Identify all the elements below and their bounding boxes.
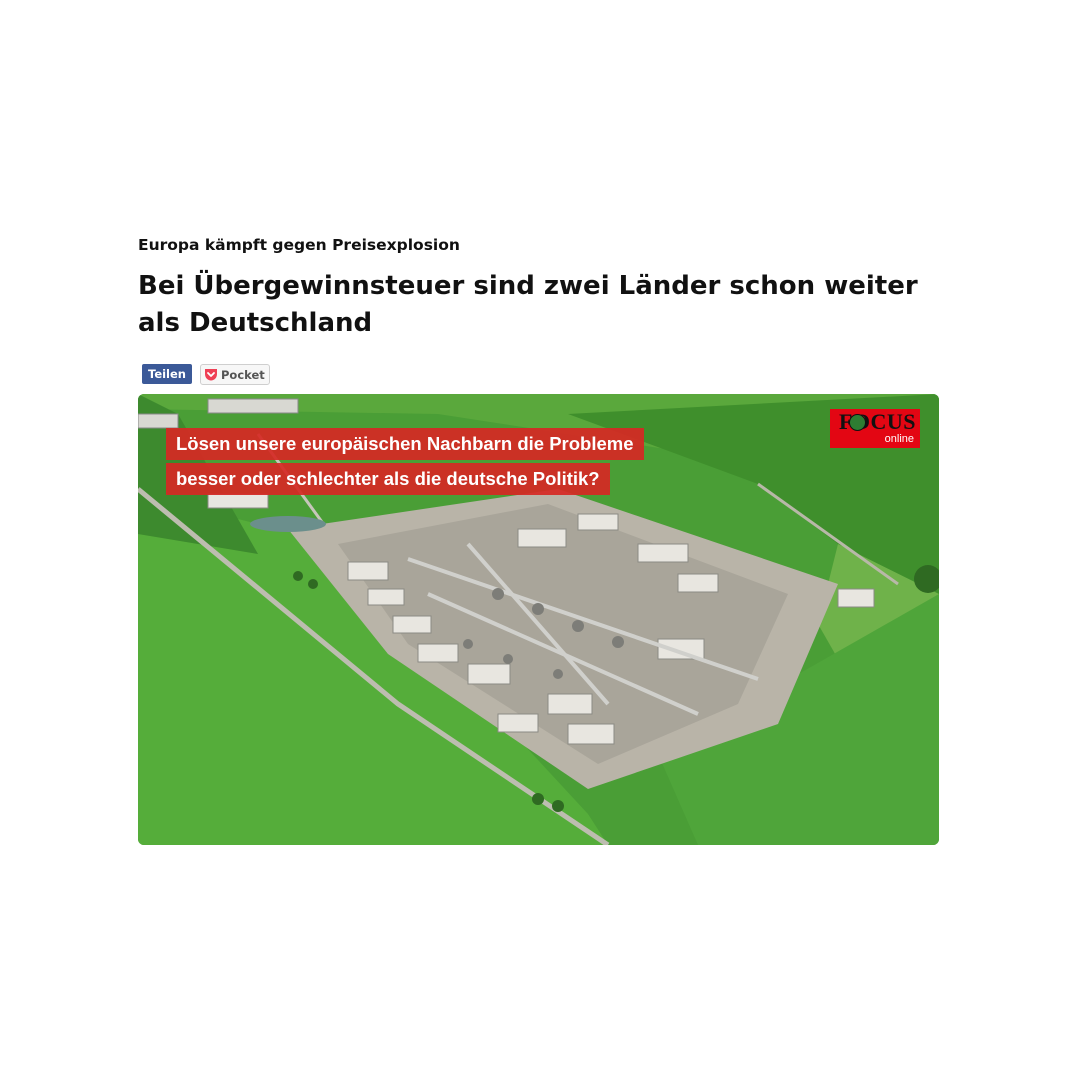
- video-caption-line-2: besser oder schlechter als die deutsche …: [166, 463, 610, 495]
- pocket-button[interactable]: Pocket: [200, 364, 270, 385]
- facebook-share-button[interactable]: Teilen: [142, 364, 192, 384]
- pocket-label: Pocket: [221, 367, 265, 382]
- video-thumbnail: [138, 394, 939, 845]
- article-kicker: Europa kämpft gegen Preisexplosion: [138, 236, 460, 254]
- share-bar: Teilen Pocket: [142, 364, 270, 385]
- video-player[interactable]: Lösen unsere europäischen Nachbarn die P…: [138, 394, 939, 845]
- focus-online-logo: FOCUS online: [830, 409, 920, 448]
- article-headline: Bei Übergewinnsteuer sind zwei Länder sc…: [138, 271, 918, 338]
- article-header: Europa kämpft gegen Preisexplosion Bei Ü…: [138, 232, 940, 342]
- logo-subtitle: online: [884, 433, 914, 445]
- pocket-icon: [205, 369, 217, 381]
- globe-icon: [849, 414, 866, 431]
- logo-word: FOCUS: [838, 409, 916, 434]
- video-caption-line-1: Lösen unsere europäischen Nachbarn die P…: [166, 428, 644, 460]
